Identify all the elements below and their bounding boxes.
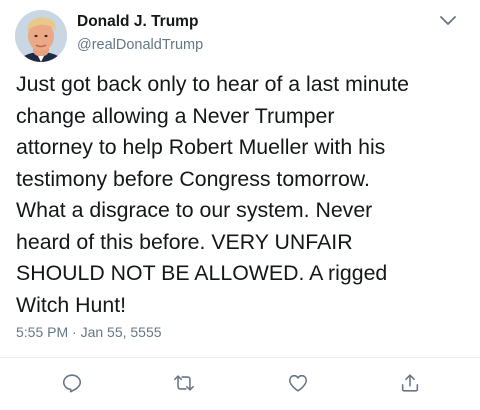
tweet-text-line: heard of this before. VERY UNFAIR [16,229,353,254]
author-handle[interactable]: @realDonaldTrump [77,37,203,53]
reply-icon [62,374,82,393]
tweet-text-line: change allowing a Never Trumper [16,103,335,128]
share-button[interactable] [397,370,423,396]
tweet-text-line: What a disgrace to our system. Never [16,198,373,222]
like-button[interactable] [285,370,311,396]
chevron-down-icon [440,16,456,25]
retweet-icon [174,375,194,391]
tweet-text: Just got back only to hear of a last min… [16,69,476,321]
reply-button[interactable] [59,370,85,396]
author-display-name[interactable]: Donald J. Trump [77,13,198,31]
tweet-text-line: SHOULD NOT BE ALLOWED. A rigged [16,261,388,285]
profile-photo [15,10,67,62]
tweet-menu-button[interactable] [438,14,458,28]
action-bar-divider [0,357,480,358]
tweet-text-line: Witch Hunt! [16,292,127,317]
author-avatar[interactable] [15,10,67,62]
tweet-text-line: testimony before Congress tomorrow. [16,166,370,191]
like-icon [288,374,308,392]
share-icon [401,374,419,392]
tweet-timestamp[interactable]: 5:55 PM · Jan 55, 5555 [16,324,162,340]
tweet-text-line: Just got back only to hear of a last min… [16,72,410,96]
retweet-button[interactable] [171,370,197,396]
tweet-card: Donald J. Trump @realDonaldTrump Just go… [0,0,480,410]
tweet-text-line: attorney to help Robert Mueller with his [16,135,386,159]
